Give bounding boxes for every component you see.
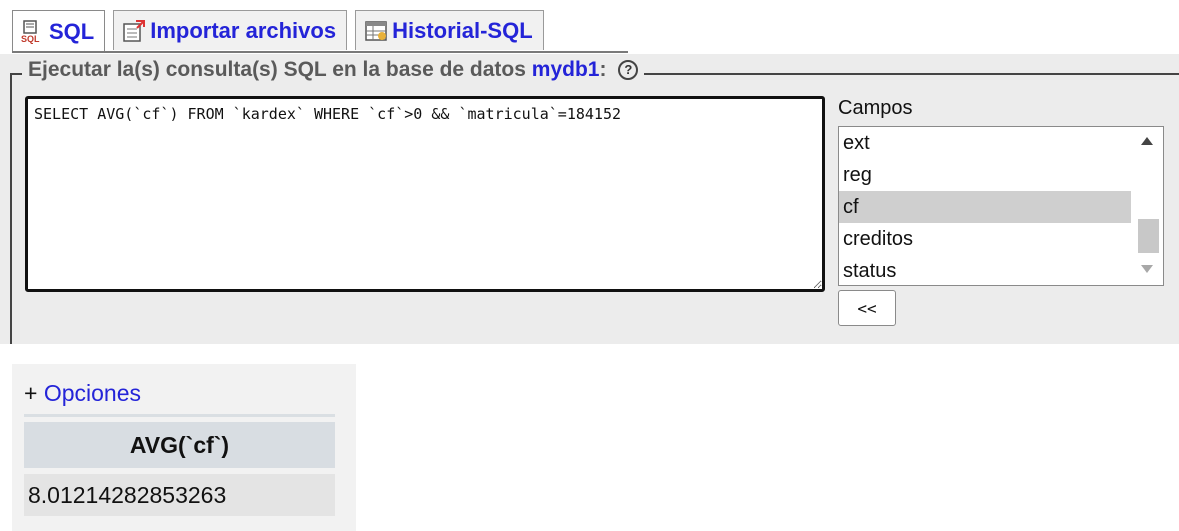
- listbox-scrollbar[interactable]: [1133, 127, 1163, 285]
- result-column-header[interactable]: AVG(`cf`): [24, 422, 335, 468]
- tab-import[interactable]: Importar archivos: [113, 10, 348, 50]
- column-option-reg[interactable]: reg: [839, 159, 1131, 191]
- tab-import-label: Importar archivos: [150, 17, 337, 43]
- import-icon: [122, 19, 146, 43]
- query-results: + Opciones AVG(`cf`) 8.01214282853263: [12, 364, 356, 531]
- column-option-cf[interactable]: cf: [839, 191, 1131, 223]
- help-icon[interactable]: ?: [618, 60, 639, 81]
- tab-sql[interactable]: SQL SQL: [12, 10, 106, 52]
- columns-listbox[interactable]: ext reg cf creditos status: [838, 126, 1164, 286]
- column-option-creditos[interactable]: creditos: [839, 223, 1131, 255]
- options-plus: +: [24, 380, 38, 406]
- tab-underline: [12, 51, 628, 53]
- tab-history-label: Historial-SQL: [392, 17, 533, 43]
- options-label: Opciones: [43, 380, 141, 406]
- svg-text:SQL: SQL: [21, 34, 40, 44]
- column-option-ext[interactable]: ext: [839, 127, 1131, 159]
- fieldset-legend: Ejecutar la(s) consulta(s) SQL en la bas…: [22, 58, 645, 82]
- fieldset-border-left: [10, 73, 12, 344]
- database-name-link[interactable]: mydb1: [532, 58, 600, 81]
- result-cell: 8.01214282853263: [24, 474, 335, 516]
- tab-history[interactable]: Historial-SQL: [355, 10, 544, 50]
- campos-label: Campos: [838, 97, 913, 119]
- legend-colon: :: [599, 58, 607, 81]
- insert-column-button[interactable]: <<: [838, 290, 896, 326]
- scroll-down-arrow-icon[interactable]: [1141, 265, 1153, 273]
- sql-icon: SQL: [21, 19, 45, 44]
- sql-query-panel: Ejecutar la(s) consulta(s) SQL en la bas…: [0, 54, 1179, 344]
- results-divider: [24, 414, 335, 417]
- scrollbar-thumb[interactable]: [1138, 219, 1159, 253]
- column-option-status[interactable]: status: [839, 255, 1131, 285]
- options-toggle-link[interactable]: + Opciones: [24, 380, 141, 407]
- history-icon: [364, 19, 388, 43]
- sql-query-textarea[interactable]: [25, 96, 825, 292]
- tab-bar: SQL SQL Importar archivos Historial-SQL: [12, 10, 544, 52]
- legend-text: Ejecutar la(s) consulta(s) SQL en la bas…: [28, 58, 526, 81]
- tab-sql-label: SQL: [49, 18, 95, 44]
- scroll-up-arrow-icon[interactable]: [1141, 137, 1153, 145]
